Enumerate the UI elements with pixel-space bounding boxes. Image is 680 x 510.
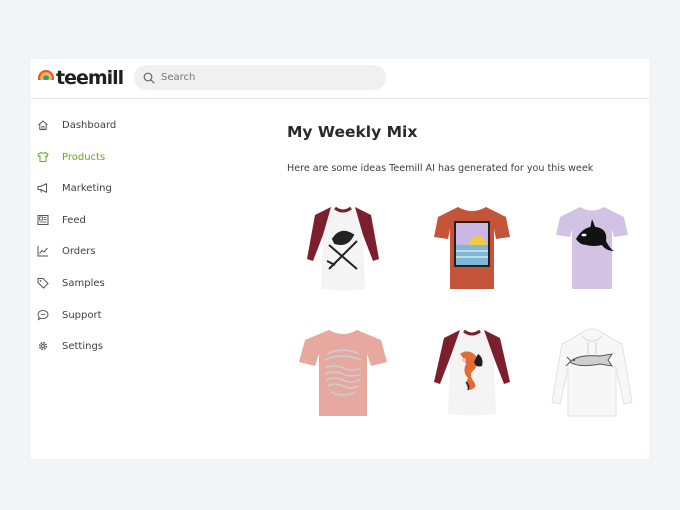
sidebar-item-label: Support — [62, 309, 102, 321]
sidebar-item-dashboard[interactable]: Dashboard — [37, 116, 116, 134]
product-hoodie-catfish — [551, 328, 633, 417]
sidebar-item-samples[interactable]: Samples — [37, 274, 105, 292]
product-card[interactable] — [424, 199, 520, 299]
tshirt-icon — [37, 151, 49, 162]
product-tee-wave — [299, 330, 387, 416]
sidebar-item-orders[interactable]: Orders — [37, 242, 96, 260]
page-subtitle: Here are some ideas Teemill AI has gener… — [287, 163, 594, 174]
search-input[interactable] — [161, 72, 361, 83]
product-card[interactable] — [295, 324, 391, 424]
brand-logo[interactable]: teemill — [37, 66, 124, 90]
sidebar-item-marketing[interactable]: Marketing — [37, 179, 112, 197]
tag-icon — [37, 278, 49, 289]
sidebar-item-label: Orders — [62, 245, 96, 257]
sidebar-item-label: Dashboard — [62, 119, 117, 131]
search-icon — [143, 72, 155, 84]
product-tee-sunset — [434, 207, 510, 289]
chat-icon — [37, 309, 49, 321]
product-card[interactable] — [544, 199, 640, 299]
newspaper-icon — [37, 215, 49, 225]
sidebar-item-label: Settings — [62, 340, 104, 352]
gear-icon — [38, 341, 48, 351]
product-card[interactable] — [424, 324, 520, 424]
brand-name: teemill — [56, 66, 124, 89]
search-bar[interactable] — [134, 65, 386, 90]
top-bar: teemill — [31, 59, 649, 99]
sidebar-item-label: Samples — [62, 277, 105, 289]
sidebar-item-settings[interactable]: Settings — [37, 337, 103, 355]
sidebar-item-feed[interactable]: Feed — [37, 211, 86, 229]
logo-rings-icon — [37, 69, 55, 87]
sidebar-item-products[interactable]: Products — [37, 148, 105, 166]
product-tee-orca — [556, 207, 628, 289]
sidebar-item-label: Feed — [62, 214, 86, 226]
sidebar-item-label: Products — [62, 151, 106, 163]
app-window: teemill Dashboard Products Marketing Fee… — [31, 59, 649, 459]
sidebar-item-support[interactable]: Support — [37, 306, 102, 324]
page-title: My Weekly Mix — [287, 123, 418, 141]
product-raglan-tee-koi — [434, 329, 510, 416]
chart-line-icon — [37, 246, 48, 257]
product-card[interactable] — [544, 324, 640, 424]
sidebar-item-label: Marketing — [62, 182, 112, 194]
product-raglan-tee-fishing — [307, 206, 379, 291]
megaphone-icon — [37, 183, 47, 193]
home-icon — [38, 120, 48, 130]
product-card[interactable] — [295, 199, 391, 299]
